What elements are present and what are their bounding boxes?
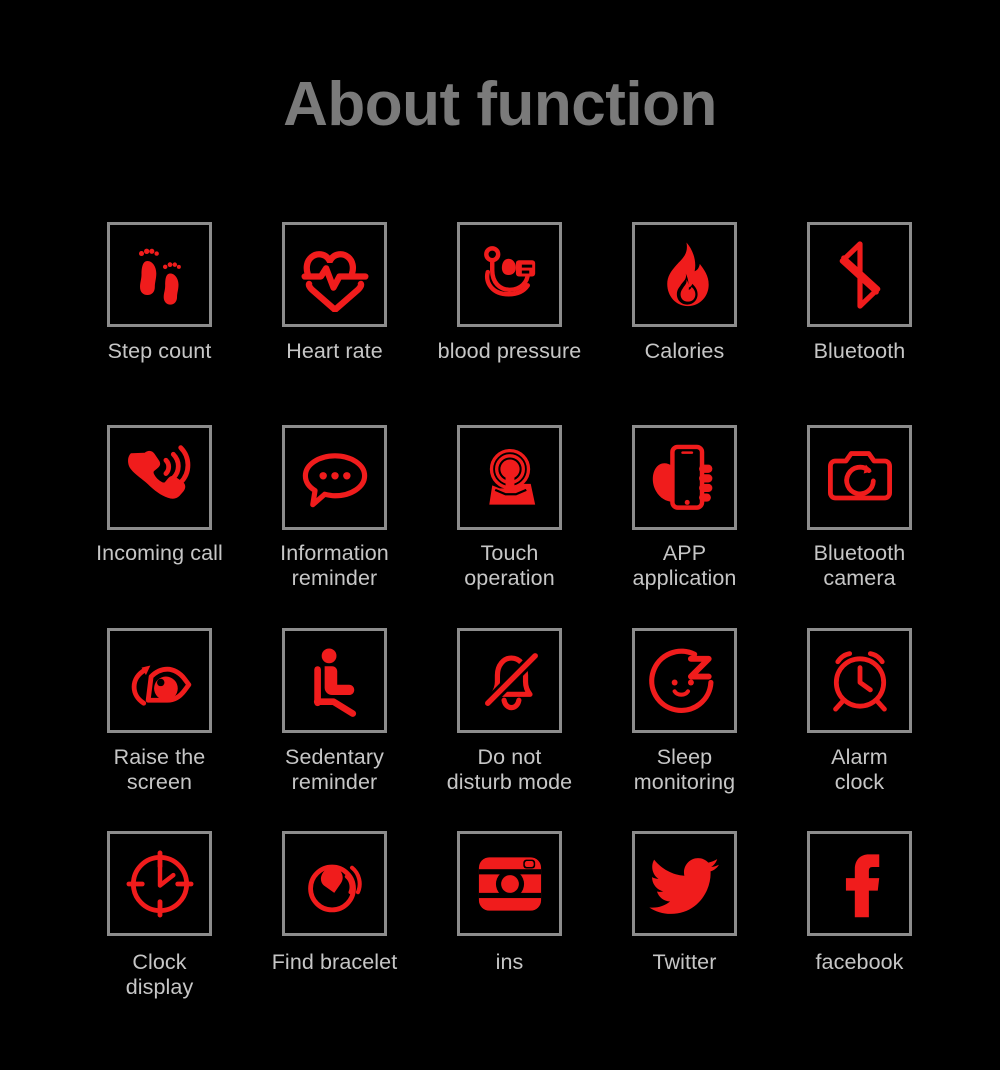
footprints-icon <box>138 248 181 305</box>
feature-cell-calories[interactable]: Calories <box>597 222 772 425</box>
feature-cell-raise-the-screen[interactable]: Raise the screen <box>72 628 247 831</box>
feature-label: Calories <box>644 339 725 363</box>
icon-box <box>282 831 387 936</box>
feature-label: ins <box>495 950 524 974</box>
feature-cell-do-not-disturb[interactable]: Do not disturb mode <box>422 628 597 831</box>
icon-box <box>457 222 562 327</box>
sitting-person-icon <box>313 647 356 717</box>
flame-icon <box>666 241 709 306</box>
feature-label: Bluetooth camera <box>813 541 906 591</box>
bluetooth-icon <box>839 240 880 309</box>
icon-box <box>282 222 387 327</box>
feature-label: APP application <box>632 541 737 591</box>
icon-box <box>807 628 912 733</box>
feature-label: Heart rate <box>286 339 383 363</box>
feature-cell-twitter[interactable]: Twitter <box>597 831 772 1034</box>
feature-cell-facebook[interactable]: facebook <box>772 831 947 1034</box>
feature-label: Raise the screen <box>113 745 206 795</box>
feature-label: Alarm clock <box>831 745 888 795</box>
feature-cell-sedentary-reminder[interactable]: Sedentary reminder <box>247 628 422 831</box>
feature-label: Touch operation <box>464 541 555 591</box>
alarm-clock-icon <box>832 650 887 712</box>
feature-cell-instagram[interactable]: ins <box>422 831 597 1034</box>
feature-label: Step count <box>107 339 212 363</box>
icon-box <box>632 831 737 936</box>
feature-cell-step-count[interactable]: Step count <box>72 222 247 425</box>
feature-label: Sedentary reminder <box>285 745 384 795</box>
feature-cell-app-application[interactable]: APP application <box>597 425 772 628</box>
facebook-f-icon <box>845 853 879 917</box>
phone-ringing-icon <box>127 444 190 499</box>
feature-cell-touch-operation[interactable]: Touch operation <box>422 425 597 628</box>
feature-label: Do not disturb mode <box>446 745 573 795</box>
icon-box <box>807 425 912 530</box>
icon-box <box>457 425 562 530</box>
icon-box <box>457 831 562 936</box>
feature-label: Clock display <box>125 950 194 1000</box>
icon-box <box>107 628 212 733</box>
page-title: About function <box>283 70 717 139</box>
icon-box <box>807 222 912 327</box>
feature-cell-blood-pressure[interactable]: blood pressure <box>422 222 597 425</box>
feature-cell-sleep-monitoring[interactable]: Sleep monitoring <box>597 628 772 831</box>
feature-label: Twitter <box>652 950 717 974</box>
icon-box <box>457 628 562 733</box>
camera-icon <box>827 450 892 500</box>
clock-display-icon <box>126 850 193 917</box>
feature-label: Information reminder <box>280 541 389 591</box>
icon-box <box>282 628 387 733</box>
about-function-page: About function Step count Heart rate blo… <box>0 0 1000 1070</box>
icon-box <box>107 222 212 327</box>
speech-bubble-icon <box>302 452 367 507</box>
feature-cell-clock-display[interactable]: Clock display <box>72 831 247 1034</box>
feature-label: Bluetooth <box>813 339 906 363</box>
blood-pressure-monitor-icon <box>483 245 535 296</box>
feature-cell-bluetooth[interactable]: Bluetooth <box>772 222 947 425</box>
vibrating-bracelet-icon <box>307 864 362 912</box>
feature-grid: Step count Heart rate blood pressure Cal… <box>72 222 940 1034</box>
eye-rotate-icon <box>131 664 191 706</box>
feature-cell-incoming-call[interactable]: Incoming call <box>72 425 247 628</box>
feature-cell-find-bracelet[interactable]: Find bracelet <box>247 831 422 1034</box>
instagram-icon <box>478 856 541 911</box>
feature-cell-heart-rate[interactable]: Heart rate <box>247 222 422 425</box>
touch-finger-icon <box>488 448 535 505</box>
feature-label: Find bracelet <box>271 950 398 974</box>
feature-label: blood pressure <box>437 339 582 363</box>
feature-label: Incoming call <box>96 541 223 565</box>
icon-box <box>107 425 212 530</box>
icon-box <box>807 831 912 936</box>
feature-cell-bluetooth-camera[interactable]: Bluetooth camera <box>772 425 947 628</box>
bell-muted-icon <box>483 651 539 710</box>
feature-cell-information-reminder[interactable]: Information reminder <box>247 425 422 628</box>
feature-label: Sleep monitoring <box>633 745 736 795</box>
feature-label: facebook <box>815 950 904 974</box>
twitter-bird-icon <box>648 857 719 914</box>
heart-pulse-icon <box>301 250 368 312</box>
icon-box <box>107 831 212 936</box>
icon-box <box>632 628 737 733</box>
feature-cell-alarm-clock[interactable]: Alarm clock <box>772 628 947 831</box>
icon-box <box>632 222 737 327</box>
icon-box <box>632 425 737 530</box>
icon-box <box>282 425 387 530</box>
hand-holding-phone-icon <box>652 444 712 510</box>
sleeping-face-icon <box>648 648 713 713</box>
